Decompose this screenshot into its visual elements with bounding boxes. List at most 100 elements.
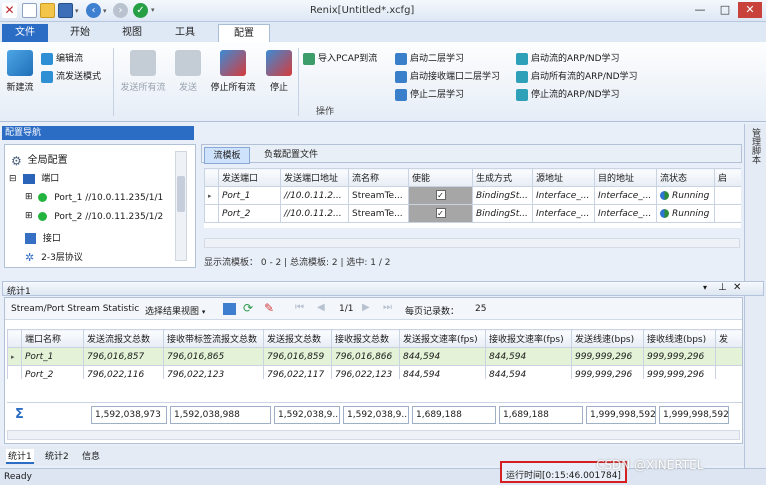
checkbox-checked-icon[interactable]: ✓ [435, 190, 446, 200]
tab-stream-template[interactable]: 流模板 [204, 147, 250, 164]
table-row[interactable]: Port_2 //10.0.11.2... StreamTe... ✓ Bind… [204, 204, 741, 223]
enable-cell[interactable]: ✓ [408, 186, 473, 205]
cell[interactable]: 999,999,296 [643, 347, 716, 366]
cell[interactable]: Interface_... [594, 204, 657, 223]
next-page-icon[interactable]: ▶ [362, 302, 370, 313]
stop-button[interactable]: 停止 [265, 50, 293, 93]
col-header[interactable]: 使能 [408, 168, 473, 187]
stop-arp-nd-button[interactable]: 停止流的ARP/ND学习 [516, 87, 620, 101]
cell[interactable]: 796,022,117 [263, 365, 332, 379]
cell[interactable]: 796,022,116 [83, 365, 164, 379]
col-header[interactable]: 发送流报文总数 [83, 329, 164, 348]
cell[interactable]: 844,594 [485, 365, 572, 379]
col-header[interactable]: 发送报文总数 [263, 329, 332, 348]
qa-dropdown-icon[interactable]: ▾ [75, 7, 79, 15]
cell[interactable]: Interface_... [532, 186, 595, 205]
collapse-icon[interactable]: ⊟ [9, 174, 17, 184]
cell[interactable]: 844,594 [485, 347, 572, 366]
stream-send-mode-button[interactable]: 流发送模式 [41, 69, 101, 83]
col-header[interactable]: 生成方式 [472, 168, 533, 187]
status-cell[interactable]: Running [656, 186, 715, 205]
new-stream-button[interactable]: 新建流 [4, 50, 36, 93]
panel-menu-icon[interactable]: ▾ [703, 283, 707, 292]
send-all-button[interactable]: 发送所有流 [118, 50, 168, 93]
start-arp-nd-button[interactable]: 启动流的ARP/ND学习 [516, 51, 620, 65]
tab-stats1[interactable]: 统计1 [6, 449, 34, 464]
cell[interactable]: 796,016,866 [331, 347, 400, 366]
cell[interactable]: Port_1 [218, 186, 281, 205]
cell[interactable]: Port_1 [21, 347, 84, 366]
stop-l2-learn-button[interactable]: 停止二层学习 [395, 87, 464, 101]
tree-item-port2[interactable]: ⊞ Port_2 //10.0.11.235/1/2 [25, 211, 163, 222]
col-header[interactable]: 接收报文速率(fps) [485, 329, 572, 348]
prev-page-icon[interactable]: ◀ [317, 302, 325, 313]
select-view-dropdown[interactable]: 选择结果视图 ▾ [145, 304, 205, 317]
last-page-icon[interactable]: ⏭ [383, 302, 392, 313]
back-icon[interactable]: ‹ [86, 3, 101, 18]
cell[interactable]: 999,999,296 [643, 365, 716, 379]
save-icon[interactable] [58, 3, 73, 18]
col-header[interactable]: 发送端口地址 [280, 168, 349, 187]
cell[interactable]: StreamTe... [348, 186, 409, 205]
cell[interactable]: 999,999,296 [571, 347, 644, 366]
tab-file[interactable]: 文件 [2, 24, 48, 42]
tab-tools[interactable]: 工具 [165, 24, 205, 42]
first-page-icon[interactable]: ⏮ [295, 302, 304, 313]
cell[interactable]: 844,594 [399, 365, 486, 379]
tree-item-ports[interactable]: ⊟ 端口 [9, 171, 59, 184]
script-manager-label[interactable]: 管理脚本 [749, 128, 762, 164]
tab-info[interactable]: 信息 [82, 449, 100, 462]
back-dropdown-icon[interactable]: ▾ [103, 7, 107, 15]
table-row[interactable]: ▸ Port_1 796,016,857 796,016,865 796,016… [7, 347, 742, 366]
col-header[interactable]: 发送端口 [218, 168, 281, 187]
tree-item-global[interactable]: ⚙ 全局配置 [11, 151, 68, 168]
enable-cell[interactable]: ✓ [408, 204, 473, 223]
send-button[interactable]: 发送 [174, 50, 202, 93]
status-cell[interactable]: Running [656, 204, 715, 223]
stop-all-button[interactable]: 停止所有流 [207, 50, 259, 93]
tab-view[interactable]: 视图 [112, 24, 152, 42]
import-pcap-button[interactable]: 导入PCAP到流 [303, 51, 377, 65]
cell[interactable]: 796,016,859 [263, 347, 332, 366]
cell[interactable]: //10.0.11.2... [280, 204, 349, 223]
script-manager-strip[interactable]: 管理脚本 [744, 124, 766, 468]
forward-icon[interactable]: › [113, 3, 128, 18]
tab-config[interactable]: 配置 [218, 24, 270, 42]
cell[interactable]: 796,022,123 [163, 365, 264, 379]
clear-icon[interactable]: ✎ [264, 301, 274, 315]
cell[interactable]: Port_2 [21, 365, 84, 379]
cell[interactable]: Port_2 [218, 204, 281, 223]
col-header[interactable]: 接收带标签流报文总数 [163, 329, 264, 348]
table-row[interactable]: ▸ Port_1 //10.0.11.2... StreamTe... ✓ Bi… [204, 186, 741, 205]
tree-item-port1[interactable]: ⊞ Port_1 //10.0.11.235/1/1 [25, 192, 163, 203]
col-header[interactable]: 接收报文总数 [331, 329, 400, 348]
expand-icon[interactable]: ⊞ [25, 192, 33, 202]
tab-stats2[interactable]: 统计2 [45, 449, 69, 462]
tab-load-profile[interactable]: 负载配置文件 [256, 147, 326, 164]
cell[interactable]: BindingSt... [472, 186, 533, 205]
col-header[interactable]: 启 [714, 168, 741, 187]
maximize-button[interactable]: □ [713, 2, 737, 18]
tab-start[interactable]: 开始 [60, 24, 100, 42]
pin-icon[interactable]: ⊥ [718, 282, 727, 293]
tree-item-l23[interactable]: ✲ 2-3层协议 [25, 250, 83, 264]
new-file-icon[interactable] [22, 3, 37, 18]
edit-stream-button[interactable]: 编辑流 [41, 51, 83, 65]
expand-icon[interactable]: ⊞ [25, 211, 33, 221]
col-header[interactable]: 接收线速(bps) [643, 329, 716, 348]
start-rx-l2-learn-button[interactable]: 启动接收端口二层学习 [395, 69, 500, 83]
cell[interactable]: 796,022,123 [331, 365, 400, 379]
cell[interactable]: //10.0.11.2... [280, 186, 349, 205]
refresh-icon[interactable]: ⟳ [243, 301, 253, 315]
stats-hscrollbar[interactable] [7, 430, 740, 440]
table-row[interactable]: Port_2 796,022,116 796,022,123 796,022,1… [7, 365, 742, 379]
minimize-button[interactable]: — [688, 2, 712, 18]
col-header[interactable]: 端口名称 [21, 329, 84, 348]
scroll-thumb[interactable] [177, 176, 185, 212]
cell[interactable]: StreamTe... [348, 204, 409, 223]
col-header[interactable]: 发 [715, 329, 742, 348]
col-header[interactable]: 发送线速(bps) [571, 329, 644, 348]
cell[interactable]: Interface_... [594, 186, 657, 205]
stream-hscrollbar[interactable] [204, 238, 740, 248]
checkbox-checked-icon[interactable]: ✓ [435, 208, 446, 218]
